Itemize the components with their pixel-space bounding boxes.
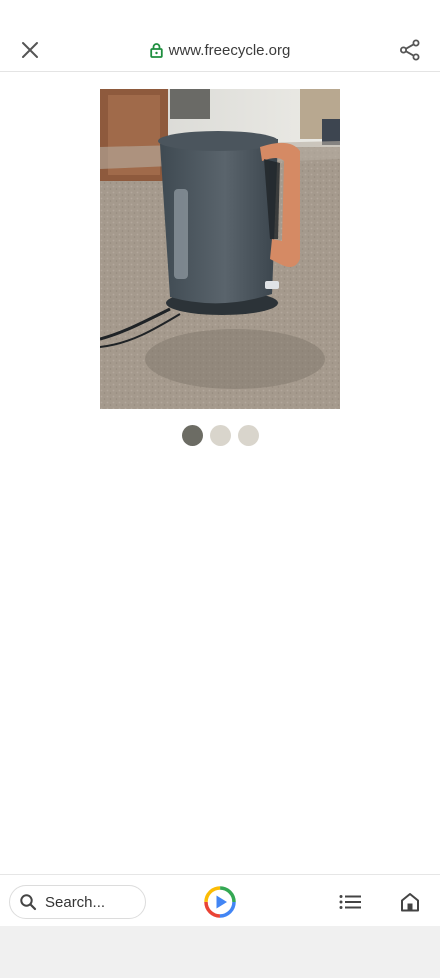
browser-top-bar: www.freecycle.org — [0, 0, 440, 72]
carousel-dot-3[interactable] — [237, 425, 259, 446]
address-bar[interactable]: www.freecycle.org — [0, 38, 440, 62]
lock-icon — [149, 42, 163, 58]
home-icon — [401, 893, 419, 912]
carousel-indicator — [0, 425, 440, 446]
search-box[interactable]: Search... — [9, 885, 146, 919]
kettle-photo — [100, 89, 340, 409]
carousel-dot-1[interactable] — [181, 425, 203, 446]
carousel-dot-2[interactable] — [209, 425, 231, 446]
search-placeholder: Search... — [45, 893, 106, 911]
listing-photo[interactable] — [100, 89, 340, 409]
bottom-toolbar: Search... — [0, 874, 440, 926]
list-icon — [339, 895, 361, 909]
assistant-play-icon — [204, 886, 236, 918]
search-icon — [20, 894, 37, 911]
system-navigation-area — [0, 926, 440, 978]
home-button[interactable] — [396, 888, 424, 916]
list-button[interactable] — [336, 889, 364, 915]
assistant-button[interactable] — [203, 885, 237, 919]
share-icon — [400, 39, 420, 61]
share-button[interactable] — [394, 34, 426, 66]
page: www.freecycle.org Search... — [0, 0, 440, 978]
url-text: www.freecycle.org — [168, 41, 291, 59]
